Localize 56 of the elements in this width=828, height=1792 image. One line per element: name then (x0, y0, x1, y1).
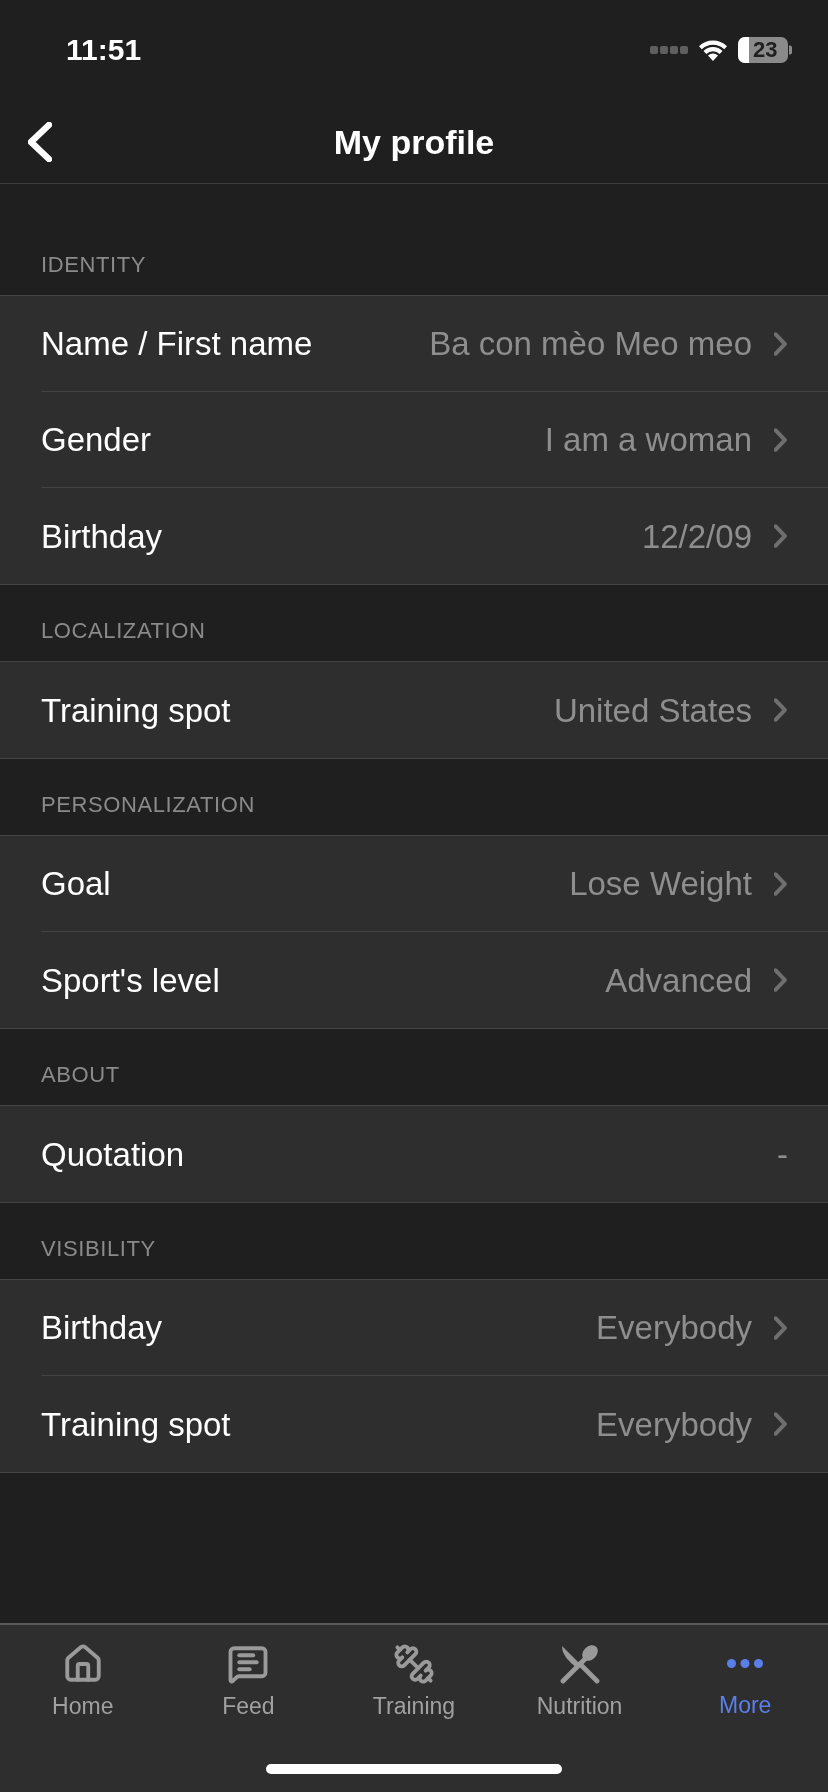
row-label: Quotation (41, 1137, 185, 1171)
dumbbell-icon (393, 1643, 435, 1685)
settings-row[interactable]: Name / First name Ba con mèo Meo meo (0, 296, 828, 392)
back-icon (28, 122, 52, 162)
row-label: Training spot (41, 1407, 231, 1441)
chevron-right-icon (774, 1314, 788, 1341)
section-header: IDENTITY (41, 253, 147, 277)
section-header: ABOUT (41, 1063, 120, 1087)
row-label: Goal (41, 867, 111, 900)
row-value: Everybody (596, 1311, 752, 1344)
wifi-icon (698, 39, 728, 61)
chevron-right-icon (774, 870, 788, 897)
row-value: Advanced (605, 963, 752, 997)
battery-percent: 23 (753, 39, 778, 61)
chevron-right-icon (774, 523, 788, 549)
tab-item[interactable]: Nutrition (496, 1625, 663, 1719)
tab-item[interactable]: More (662, 1625, 828, 1719)
row-label: Name / First name (41, 327, 313, 360)
row-label: Birthday (41, 519, 163, 553)
row-value: United States (553, 693, 752, 727)
chevron-right-icon (774, 1411, 788, 1437)
settings-row[interactable]: Birthday Everybody (0, 1280, 828, 1376)
settings-row[interactable]: Birthday 12/2/09 (0, 488, 828, 584)
row-value: Ba con mèo Meo meo (429, 327, 752, 360)
settings-row[interactable]: Sport's level Advanced (0, 932, 828, 1028)
status-time: 11:51 (66, 35, 142, 65)
section-header: LOCALIZATION (41, 619, 206, 643)
battery-icon (738, 37, 792, 63)
row-value: - (777, 1137, 788, 1171)
settings-row[interactable]: Quotation - (0, 1106, 828, 1202)
row-value: Everybody (596, 1407, 752, 1441)
row-value: Lose Weight (569, 867, 752, 900)
row-value: I am a woman (544, 423, 752, 456)
settings-row[interactable]: Goal Lose Weight (0, 836, 828, 932)
section-header: PERSONALIZATION (41, 793, 255, 817)
chevron-right-icon (774, 697, 788, 723)
settings-row[interactable]: Training spot Everybody (0, 1376, 828, 1472)
row-value: 12/2/09 (641, 519, 752, 553)
tab-item[interactable]: Home (0, 1625, 166, 1719)
knife-spoon-icon (559, 1644, 600, 1684)
tab-item[interactable]: Feed (165, 1625, 332, 1719)
row-label: Sport's level (41, 963, 220, 997)
message-icon (227, 1643, 270, 1685)
page-title: My profile (333, 124, 495, 159)
row-label: Training spot (41, 693, 231, 727)
settings-row[interactable]: Gender I am a woman (0, 392, 828, 488)
chevron-right-icon (774, 330, 788, 357)
chevron-right-icon (774, 967, 788, 993)
settings-row[interactable]: Training spot United States (0, 662, 828, 758)
row-label: Gender (41, 423, 152, 456)
more-icon (727, 1659, 764, 1668)
section-header: VISIBILITY (41, 1237, 156, 1261)
chevron-right-icon (774, 426, 788, 453)
signal-icon (650, 46, 688, 54)
tab-item[interactable]: Training (331, 1625, 497, 1719)
row-label: Birthday (41, 1311, 163, 1344)
